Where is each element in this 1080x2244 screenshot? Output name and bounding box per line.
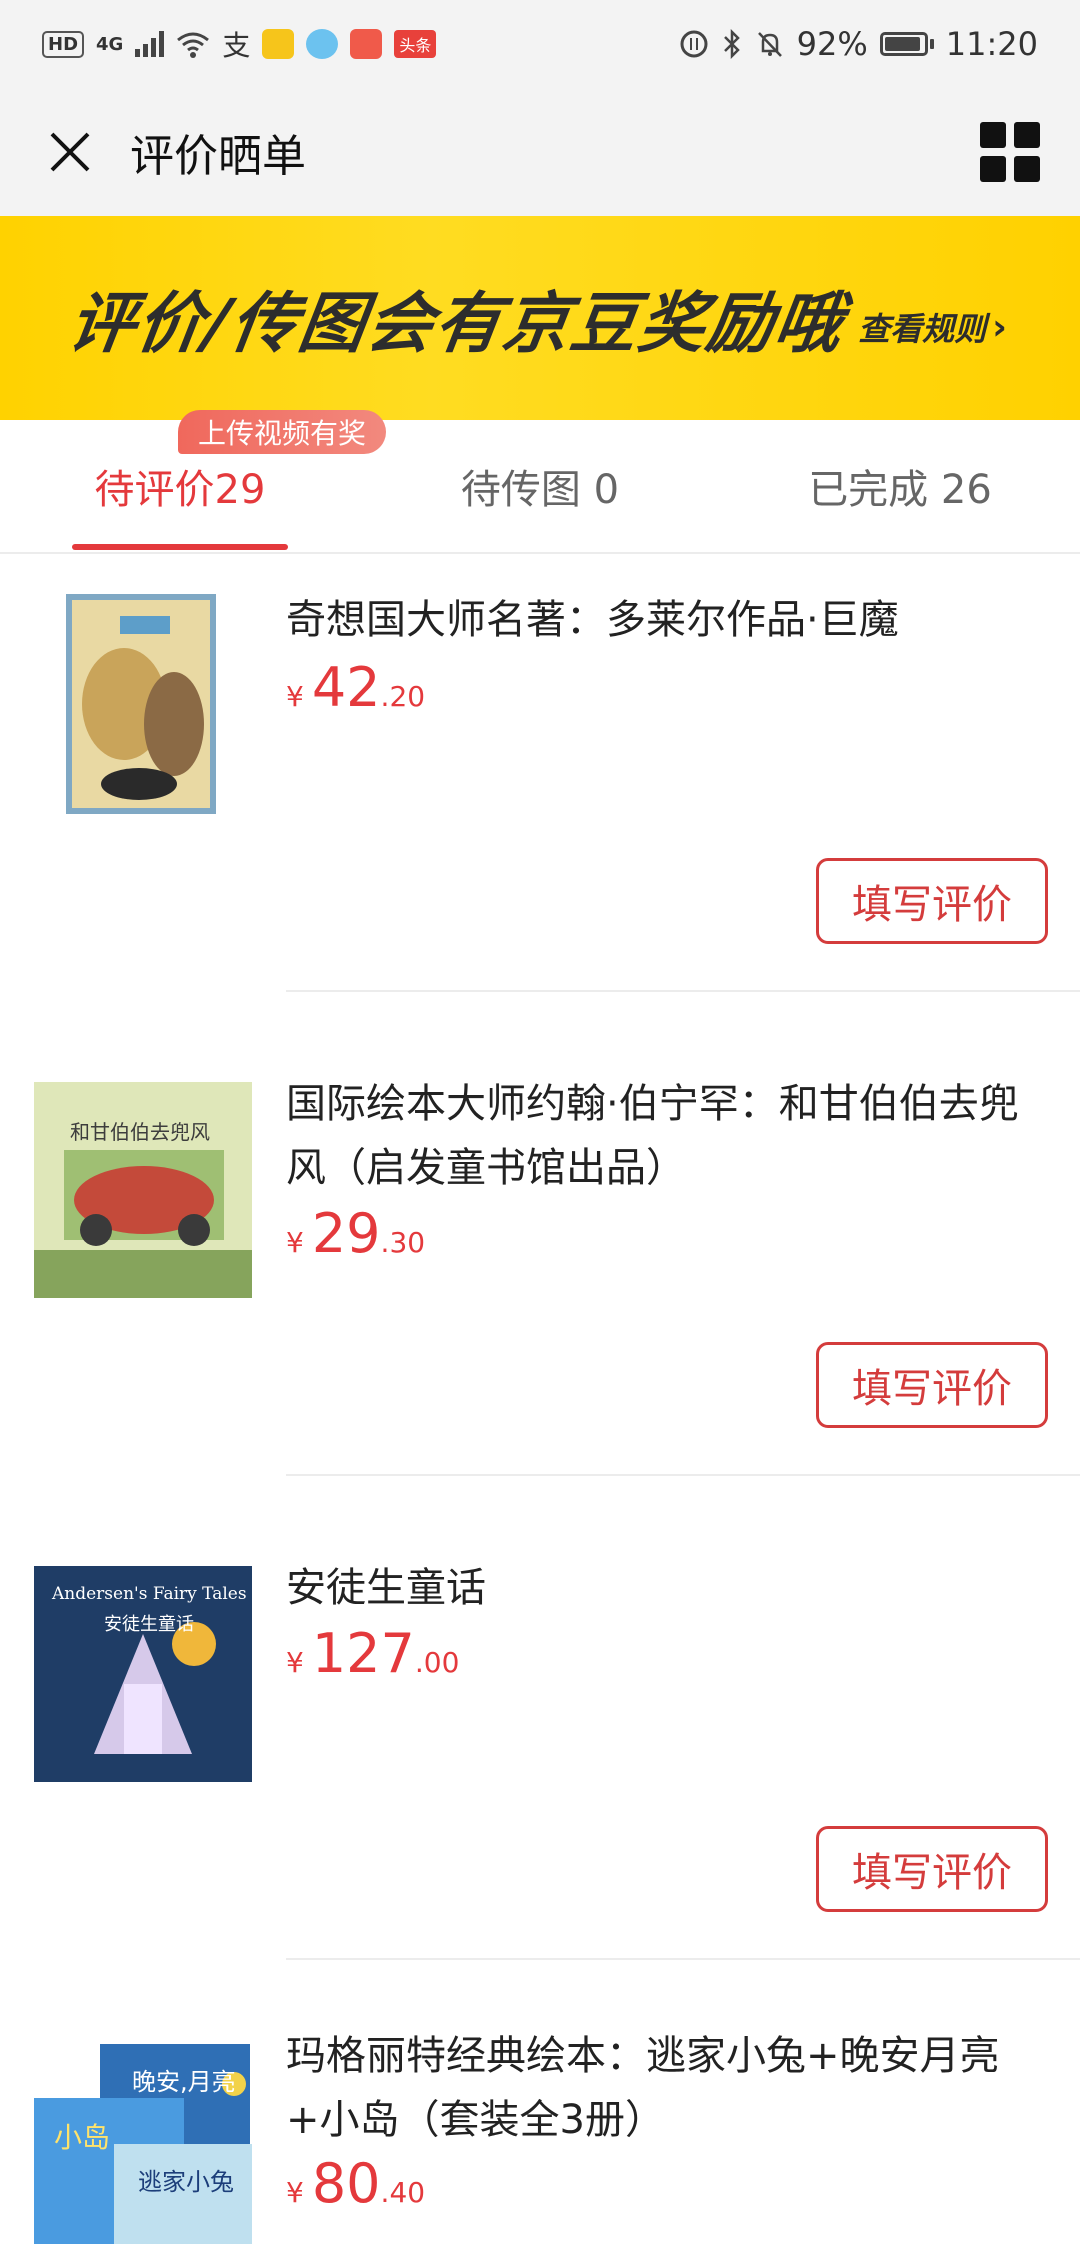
tab-pending-upload[interactable]: 待传图 0 bbox=[400, 420, 680, 552]
banner-headline: 评价/传图会有京豆奖励哦 bbox=[63, 285, 849, 362]
view-rules-label: 查看规则 bbox=[858, 310, 987, 348]
mute-bell-icon bbox=[757, 32, 782, 57]
product-cover[interactable]: 晚安,月亮 小岛 逃家小兔 bbox=[34, 2044, 252, 2244]
product-title[interactable]: 安徒生童话 bbox=[286, 1556, 1026, 1620]
app-icon-blue bbox=[306, 29, 339, 59]
hd-indicator: HD bbox=[42, 30, 85, 58]
cover-text: 晚安,月亮 bbox=[132, 2068, 236, 2096]
currency-symbol: ¥ bbox=[286, 680, 304, 713]
cover-text: 小岛 bbox=[54, 2121, 111, 2154]
bluetooth-icon bbox=[723, 29, 740, 59]
status-right: 92% 11:20 bbox=[679, 25, 1038, 63]
status-bar: HD 4G 支 头条 92% 11:20 bbox=[0, 0, 1080, 88]
product-title[interactable]: 玛格丽特经典绘本：逃家小兔+晚安月亮+小岛（套装全3册） bbox=[286, 2024, 1026, 2152]
promo-banner[interactable]: 评价/传图会有京豆奖励哦 查看规则 › bbox=[0, 216, 1080, 420]
currency-symbol: ¥ bbox=[286, 1226, 304, 1259]
signal-icon bbox=[135, 31, 165, 57]
price-integer: 127 bbox=[311, 1622, 415, 1685]
product-cover[interactable] bbox=[34, 594, 252, 814]
close-icon bbox=[50, 132, 90, 172]
page-title: 评价晒单 bbox=[130, 131, 306, 182]
cover-text: 和甘伯伯去兜风 bbox=[70, 1120, 210, 1144]
active-tab-indicator bbox=[72, 544, 288, 550]
cover-text: Andersen's Fairy Tales bbox=[52, 1584, 247, 1604]
alipay-icon: 支 bbox=[222, 29, 251, 62]
price-decimal: .20 bbox=[380, 680, 426, 713]
chevron-right-icon: › bbox=[992, 306, 1007, 348]
list-item: 晚安,月亮 小岛 逃家小兔 玛格丽特经典绘本：逃家小兔+晚安月亮+小岛（套装全3… bbox=[0, 1960, 1080, 2244]
list-item: Andersen's Fairy Tales 安徒生童话 安徒生童话 ¥ 127… bbox=[0, 1476, 1080, 1960]
price-integer: 42 bbox=[311, 656, 381, 719]
cover-subtext: 安徒生童话 bbox=[104, 1614, 194, 1635]
price-decimal: .40 bbox=[380, 2176, 426, 2209]
tab-completed[interactable]: 已完成 26 bbox=[760, 420, 1040, 552]
battery-icon bbox=[879, 32, 934, 56]
status-left: HD 4G 支 头条 bbox=[42, 24, 437, 64]
video-reward-badge: 上传视频有奖 bbox=[178, 410, 387, 454]
product-cover[interactable]: 和甘伯伯去兜风 bbox=[34, 1080, 252, 1300]
price-integer: 29 bbox=[311, 1202, 381, 1265]
top-nav: 评价晒单 bbox=[0, 88, 1080, 216]
product-price: ¥ 29 .30 bbox=[286, 1202, 425, 1265]
product-title[interactable]: 奇想国大师名著：多莱尔作品·巨魔 bbox=[286, 588, 1026, 652]
price-decimal: .00 bbox=[414, 1646, 460, 1679]
clock: 11:20 bbox=[945, 25, 1038, 63]
product-price: ¥ 42 .20 bbox=[286, 656, 425, 719]
cover-text: 逃家小兔 bbox=[138, 2168, 234, 2196]
product-price: ¥ 127 .00 bbox=[286, 1622, 459, 1685]
grid-menu-icon[interactable] bbox=[980, 122, 1040, 182]
write-review-button[interactable]: 填写评价 bbox=[816, 1342, 1048, 1428]
data-saver-icon bbox=[680, 30, 708, 58]
tab-bar: 待评价29 待传图 0 已完成 26 bbox=[0, 420, 1080, 554]
view-rules-link[interactable]: 查看规则 › bbox=[858, 304, 1007, 350]
price-decimal: .30 bbox=[380, 1226, 426, 1259]
wifi-icon bbox=[177, 32, 210, 58]
currency-symbol: ¥ bbox=[286, 2176, 304, 2209]
app-icon-red bbox=[350, 29, 383, 59]
product-cover[interactable]: Andersen's Fairy Tales 安徒生童话 bbox=[34, 1564, 252, 1784]
currency-symbol: ¥ bbox=[286, 1646, 304, 1679]
write-review-button[interactable]: 填写评价 bbox=[816, 1826, 1048, 1912]
write-review-button[interactable]: 填写评价 bbox=[816, 858, 1048, 944]
product-price: ¥ 80 .40 bbox=[286, 2152, 425, 2215]
list-item: 和甘伯伯去兜风 国际绘本大师约翰·伯宁罕：和甘伯伯去兜风（启发童书馆出品） ¥ … bbox=[0, 992, 1080, 1476]
app-icon-yellow bbox=[262, 29, 295, 59]
toutiao-icon: 头条 bbox=[394, 30, 437, 58]
price-integer: 80 bbox=[311, 2152, 381, 2215]
product-title[interactable]: 国际绘本大师约翰·伯宁罕：和甘伯伯去兜风（启发童书馆出品） bbox=[286, 1072, 1026, 1200]
close-button[interactable] bbox=[40, 122, 100, 182]
network-type: 4G bbox=[96, 33, 124, 55]
list-item: 奇想国大师名著：多莱尔作品·巨魔 ¥ 42 .20 填写评价 bbox=[0, 552, 1080, 992]
battery-percent: 92% bbox=[796, 25, 868, 63]
